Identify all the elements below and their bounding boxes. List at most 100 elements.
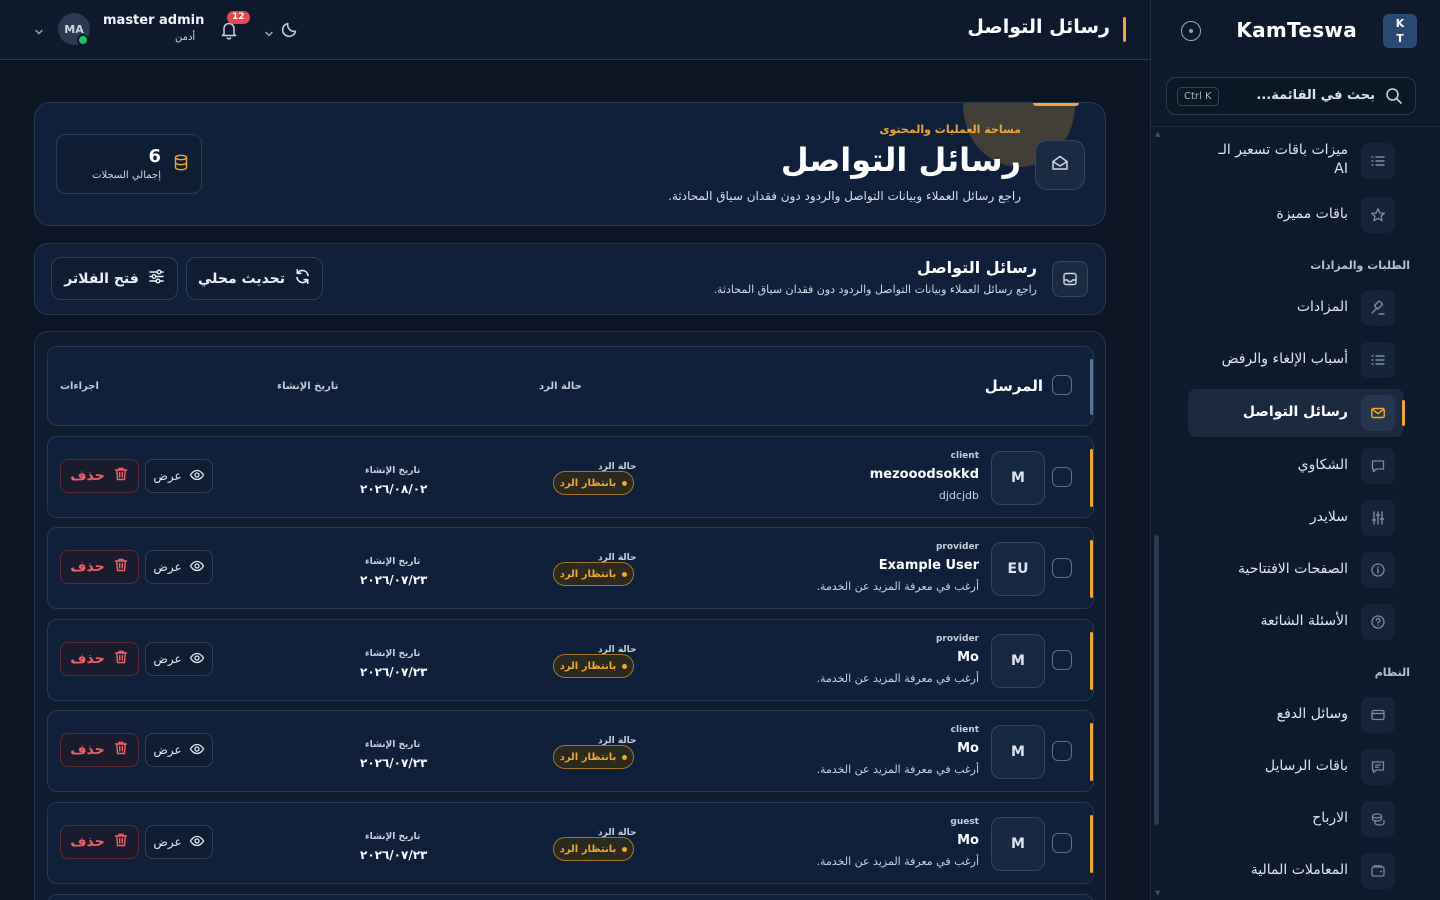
sender-role: client: [950, 725, 979, 735]
row-accent-bar: [1090, 632, 1093, 690]
column-header-status[interactable]: حالة الرد: [539, 381, 582, 392]
table-row[interactable]: EU provider Example User أرغب في معرفة ا…: [47, 527, 1094, 609]
row-checkbox[interactable]: [1052, 558, 1072, 578]
view-button[interactable]: عرض: [145, 459, 213, 493]
scroll-up-arrow[interactable]: ▲: [1155, 130, 1160, 138]
local-refresh-button[interactable]: تحديث محلي: [186, 257, 323, 300]
section-title: رسائل التواصل: [916, 258, 1037, 277]
sidebar-section-orders: الطلبات والمزادات: [1310, 259, 1410, 272]
hero-icon-box: [1035, 140, 1085, 190]
view-button[interactable]: عرض: [145, 733, 213, 767]
delete-label: حذف: [70, 742, 105, 758]
total-records-label: إجمالي السجلات: [92, 170, 161, 181]
delete-button[interactable]: حذف: [60, 550, 139, 584]
row-checkbox[interactable]: [1052, 833, 1072, 853]
view-button[interactable]: عرض: [145, 825, 213, 859]
sidebar-item-auctions[interactable]: المزادات: [1188, 284, 1404, 332]
view-button[interactable]: عرض: [145, 550, 213, 584]
user-name[interactable]: master admin: [103, 13, 204, 28]
sidebar-item-cancel-reasons[interactable]: أسباب الإلغاء والرفض: [1188, 336, 1404, 384]
sidebar-item-message-packages[interactable]: باقات الرسايل: [1188, 743, 1404, 791]
sidebar-search-input[interactable]: بحث في القائمة... Ctrl K: [1166, 77, 1416, 115]
sidebar-item-profits[interactable]: الارباح: [1188, 795, 1404, 843]
created-date: ٢٠٢٦/٠٨/٠٢: [360, 482, 428, 496]
sender-role: provider: [935, 542, 979, 552]
sidebar-item-onboarding-pages[interactable]: الصفحات الافتتاحية: [1188, 546, 1404, 594]
sender-name: Mo: [957, 650, 979, 665]
sender-role: client: [950, 451, 979, 461]
section-description: راجع رسائل العملاء وبيانات التواصل والرد…: [713, 283, 1037, 296]
sidebar-scrollbar[interactable]: [1154, 535, 1159, 825]
sidebar-item-slider[interactable]: سلايدر: [1188, 494, 1404, 542]
hero-eyebrow: مساحة العمليات والمحتوى: [879, 123, 1021, 136]
chevron-down-icon[interactable]: [264, 24, 274, 43]
sidebar-item-featured-packages[interactable]: باقات مميزة: [1188, 191, 1404, 239]
status-badge: بانتظار الرد: [553, 745, 634, 769]
list-icon: [1361, 143, 1395, 179]
sidebar-item-label: سلايدر: [1309, 509, 1348, 525]
brand-logo[interactable]: K T: [1383, 14, 1417, 48]
table-row[interactable]: M client Mo أرغب في معرفة المزيد عن الخد…: [47, 710, 1094, 792]
column-header-sender[interactable]: المرسل: [985, 377, 1043, 395]
brand-name: KamTeswa: [1236, 18, 1357, 42]
delete-button[interactable]: حذف: [60, 642, 139, 676]
sender-name: Mo: [957, 741, 979, 756]
chevron-down-icon[interactable]: [34, 22, 44, 41]
sidebar-item-financial-transactions[interactable]: المعاملات المالية: [1188, 847, 1404, 895]
sender-avatar: M: [991, 634, 1045, 688]
topbar: رسائل التواصل MA master admin أدمن 12: [0, 0, 1150, 60]
page-title: رسائل التواصل: [967, 16, 1110, 38]
view-label: عرض: [153, 743, 182, 757]
sidebar-item-ai-pricing-features[interactable]: ميزات باقات تسعير الـ AI: [1188, 137, 1404, 185]
table-row[interactable]: M guest Mo أرغب في معرفة المزيد عن الخدم…: [47, 802, 1094, 884]
wallet-icon: [1361, 853, 1395, 889]
select-all-checkbox[interactable]: [1052, 375, 1072, 395]
inbox-icon: [1052, 261, 1088, 297]
message-preview: أرغب في معرفة المزيد عن الخدمة.: [816, 763, 979, 776]
sidebar-item-complaints[interactable]: الشكاوي: [1188, 442, 1404, 490]
status-dot: [622, 663, 628, 669]
delete-button[interactable]: حذف: [60, 825, 139, 859]
delete-button[interactable]: حذف: [60, 733, 139, 767]
message-icon: [1361, 749, 1395, 785]
created-date: ٢٠٢٦/٠٧/٢٣: [360, 756, 428, 770]
row-checkbox[interactable]: [1052, 741, 1072, 761]
eye-icon: [189, 467, 205, 486]
help-icon: [1361, 604, 1395, 640]
search-icon: [1385, 87, 1403, 109]
table-row[interactable]: M provider Mo أرغب في معرفة المزيد عن ال…: [47, 619, 1094, 701]
delete-label: حذف: [70, 651, 105, 667]
view-label: عرض: [153, 652, 182, 666]
delete-label: حذف: [70, 559, 105, 575]
table-row[interactable]: [47, 894, 1094, 900]
sender-avatar: M: [991, 725, 1045, 779]
sender-avatar: EU: [991, 542, 1045, 596]
sidebar-item-label: باقات مميزة: [1276, 206, 1348, 222]
sidebar-search-placeholder: بحث في القائمة...: [1256, 88, 1375, 103]
scroll-down-arrow[interactable]: ▼: [1155, 889, 1160, 897]
eye-icon: [189, 558, 205, 577]
moon-icon[interactable]: [281, 20, 299, 42]
card-icon: [1361, 697, 1395, 733]
sidebar-item-contact-messages[interactable]: رسائل التواصل: [1188, 389, 1405, 437]
column-header-created[interactable]: تاريخ الإنشاء: [277, 381, 338, 392]
table-header: المرسل حالة الرد تاريخ الإنشاء اجراءات: [47, 346, 1094, 426]
sidebar-item-payment-methods[interactable]: وسائل الدفع: [1188, 691, 1404, 739]
sidebar-item-label: الصفحات الافتتاحية: [1238, 561, 1348, 577]
sidebar-collapse-icon[interactable]: [1181, 21, 1201, 41]
row-checkbox[interactable]: [1052, 467, 1072, 487]
section-header: رسائل التواصل راجع رسائل العملاء وبيانات…: [34, 243, 1106, 315]
sidebar-section-system: النظام: [1374, 666, 1410, 679]
column-header-actions: اجراءات: [60, 381, 99, 392]
trash-icon: [113, 832, 129, 852]
status-badge: بانتظار الرد: [553, 562, 634, 586]
open-filters-button[interactable]: فتح الفلاتر: [51, 257, 178, 300]
row-checkbox[interactable]: [1052, 650, 1072, 670]
row-accent-bar: [1090, 815, 1093, 873]
delete-button[interactable]: حذف: [60, 459, 139, 493]
sidebar-item-faq[interactable]: الأسئلة الشائعة: [1188, 598, 1404, 646]
table-row[interactable]: M client mezooodsokkd djdcjdb حالة الرد …: [47, 436, 1094, 518]
filter-sliders-icon: [148, 268, 165, 289]
view-button[interactable]: عرض: [145, 642, 213, 676]
star-icon: [1361, 197, 1395, 233]
